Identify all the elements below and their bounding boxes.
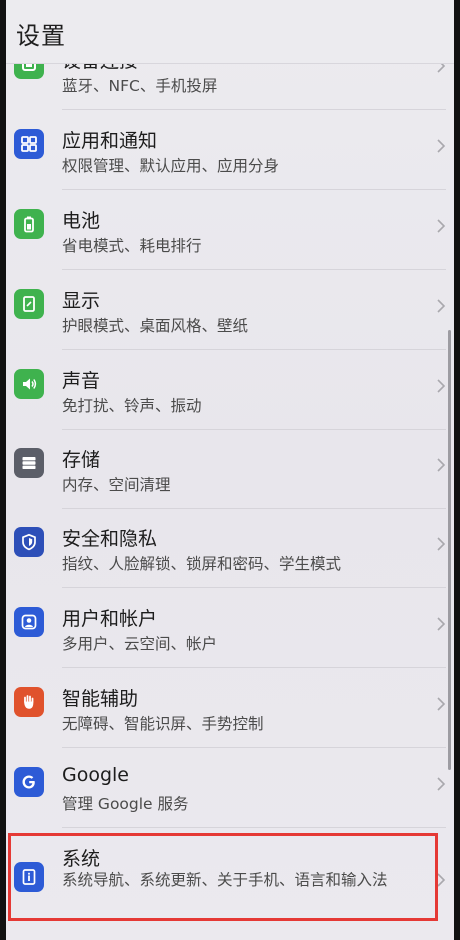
settings-screen: 设备连接 蓝牙、NFC、手机投屏 应用和通知 权限管理、默认应用、应用分身 (0, 0, 460, 940)
chevron-right-icon (437, 139, 446, 153)
item-subtitle: 无障碍、智能识屏、手势控制 (62, 715, 264, 733)
system-info-icon (14, 862, 44, 892)
storage-icon (14, 448, 44, 478)
settings-item-battery[interactable]: 电池 省电模式、耗电排行 (6, 190, 454, 270)
speaker-icon (14, 369, 44, 399)
item-subtitle: 内存、空间清理 (62, 476, 171, 494)
item-subtitle: 权限管理、默认应用、应用分身 (62, 157, 280, 175)
settings-item-security[interactable]: 安全和隐私 指纹、人脸解锁、锁屏和密码、学生模式 (6, 508, 454, 588)
chevron-right-icon (437, 617, 446, 631)
page-title: 设置 (16, 22, 66, 50)
header-divider (6, 63, 454, 64)
item-subtitle: 蓝牙、NFC、手机投屏 (62, 77, 218, 95)
item-title: 安全和隐私 (62, 528, 158, 550)
item-title: 存储 (62, 449, 101, 471)
display-icon (14, 289, 44, 319)
item-title: 显示 (62, 290, 101, 312)
settings-item-users[interactable]: 用户和帐户 多用户、云空间、帐户 (6, 588, 454, 668)
scrollbar[interactable] (448, 330, 451, 770)
battery-icon (14, 209, 44, 239)
user-icon (14, 607, 44, 637)
settings-item-google[interactable]: Google 管理 Google 服务 (6, 748, 454, 828)
chevron-right-icon (437, 777, 446, 791)
item-title: 系统 (62, 848, 101, 870)
item-subtitle: 系统导航、系统更新、关于手机、语言和输入法 (62, 871, 388, 889)
item-title: 用户和帐户 (62, 608, 158, 630)
settings-item-system[interactable]: 系统 系统导航、系统更新、关于手机、语言和输入法 (6, 828, 454, 928)
item-title: 智能辅助 (62, 688, 139, 710)
settings-item-storage[interactable]: 存储 内存、空间清理 (6, 429, 454, 509)
google-icon (14, 767, 44, 797)
app-header: 设置 (6, 0, 454, 64)
settings-item-display[interactable]: 显示 护眼模式、桌面风格、壁纸 (6, 270, 454, 350)
chevron-right-icon (437, 873, 446, 887)
apps-grid-icon (14, 129, 44, 159)
item-title: Google (62, 764, 130, 786)
hand-icon (14, 687, 44, 717)
item-subtitle: 护眼模式、桌面风格、壁纸 (62, 317, 249, 335)
item-subtitle: 管理 Google 服务 (62, 795, 189, 813)
chevron-right-icon (437, 458, 446, 472)
item-subtitle: 省电模式、耗电排行 (62, 237, 202, 255)
item-title: 声音 (62, 370, 101, 392)
chevron-right-icon (437, 219, 446, 233)
settings-list: 设备连接 蓝牙、NFC、手机投屏 应用和通知 权限管理、默认应用、应用分身 (6, 0, 454, 940)
shield-icon (14, 527, 44, 557)
item-subtitle: 指纹、人脸解锁、锁屏和密码、学生模式 (62, 555, 342, 573)
item-title: 电池 (62, 210, 101, 232)
settings-item-apps[interactable]: 应用和通知 权限管理、默认应用、应用分身 (6, 110, 454, 190)
item-subtitle: 多用户、云空间、帐户 (62, 635, 218, 653)
item-subtitle: 免打扰、铃声、振动 (62, 397, 202, 415)
settings-item-accessibility[interactable]: 智能辅助 无障碍、智能识屏、手势控制 (6, 668, 454, 748)
chevron-right-icon (437, 537, 446, 551)
settings-item-sound[interactable]: 声音 免打扰、铃声、振动 (6, 350, 454, 430)
chevron-right-icon (437, 299, 446, 313)
chevron-right-icon (437, 697, 446, 711)
chevron-right-icon (437, 379, 446, 393)
item-title: 应用和通知 (62, 130, 158, 152)
